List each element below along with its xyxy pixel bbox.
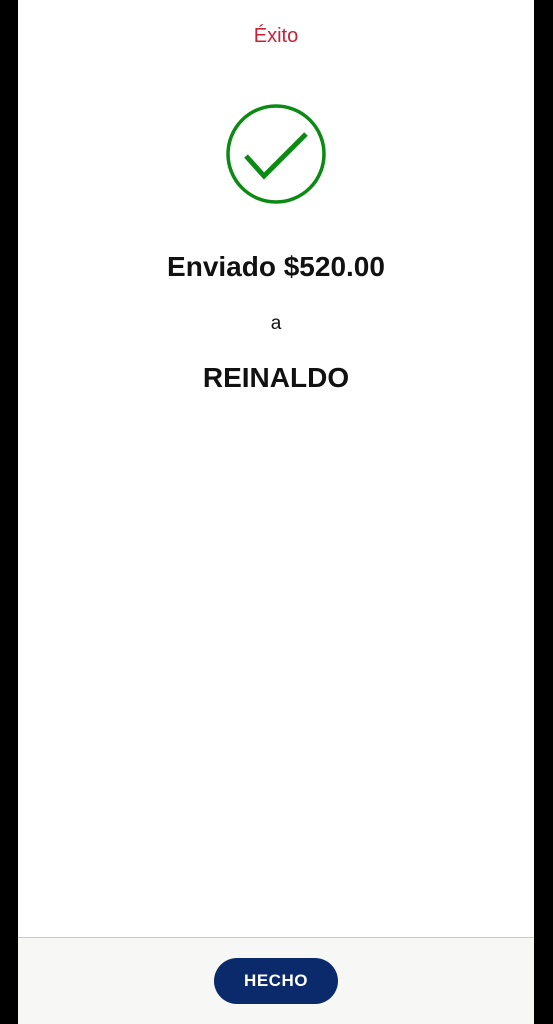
sent-amount: Enviado $520.00 <box>167 251 385 282</box>
done-button[interactable]: HECHO <box>214 958 338 1004</box>
recipient-name: REINALDO <box>202 362 350 393</box>
check-circle-icon <box>226 104 326 204</box>
footer-bar: HECHO <box>18 937 534 1024</box>
success-screen: Éxito Enviado $520.00 a REINALDO HECHO <box>18 0 534 1024</box>
page-title: Éxito <box>253 25 299 47</box>
connector-text: a <box>270 313 282 334</box>
